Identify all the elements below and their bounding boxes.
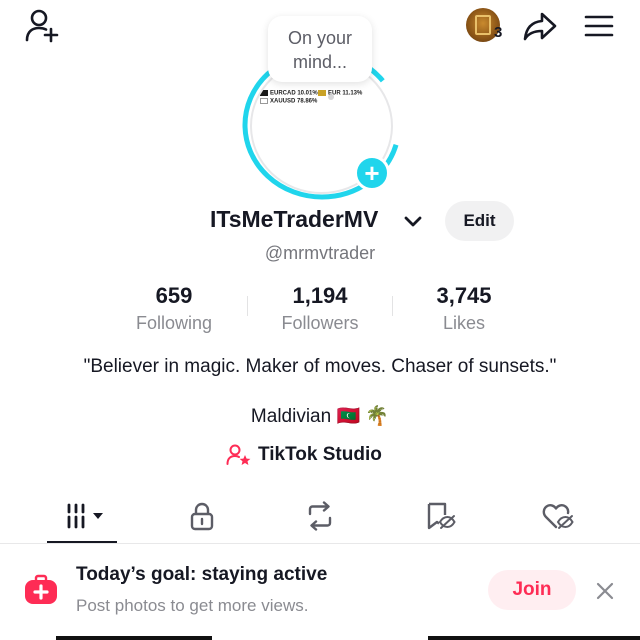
tab-private[interactable] (172, 496, 232, 536)
close-icon[interactable] (592, 578, 618, 604)
username-handle: @mrmvtrader (264, 243, 376, 263)
note-bubble-tail (328, 94, 334, 100)
likes-count: 3,745 (436, 283, 492, 308)
tab-videos[interactable] (56, 496, 116, 536)
bio-location: Maldivian 🇲🇻 🌴 (250, 406, 390, 427)
legend-item: XAUUSD 78.86% (260, 98, 317, 105)
following-label: Following (135, 313, 213, 333)
following-count: 659 (155, 283, 193, 308)
stat-following[interactable]: 659 Following (114, 283, 234, 334)
edit-profile-button[interactable]: Edit (445, 201, 514, 241)
followers-label: Followers (281, 313, 359, 333)
share-button[interactable] (520, 6, 560, 46)
display-name[interactable]: ITsMeTraderMV (210, 206, 378, 233)
goal-subtitle: Post photos to get more views. (76, 596, 309, 615)
grid-bars-icon (67, 503, 103, 529)
add-friend-button[interactable] (20, 6, 64, 46)
menu-button[interactable] (578, 6, 620, 46)
note-bubble[interactable]: On your mind... (268, 16, 372, 82)
stat-divider (392, 296, 393, 316)
followers-count: 1,194 (292, 283, 348, 308)
picture-frame-icon (475, 15, 491, 35)
stat-followers[interactable]: 1,194 Followers (260, 283, 380, 334)
note-bubble-text: On your mind... (287, 28, 353, 72)
stat-divider (247, 296, 248, 316)
legend-item: EUR 11.13% (318, 90, 362, 97)
tiktok-studio-link[interactable]: TikTok Studio (226, 442, 382, 468)
heart-hidden-icon (542, 504, 574, 529)
person-star-icon (226, 444, 251, 465)
video-grid-edge (0, 632, 640, 640)
tab-liked[interactable] (528, 496, 588, 536)
share-arrow-icon (523, 12, 557, 41)
legend-item: EURCAD 10.01% (260, 90, 318, 97)
bookmark-hidden-icon (427, 502, 456, 530)
bio-text: "Believer in magic. Maker of moves. Chas… (83, 356, 557, 377)
goal-title: Today’s goal: staying active (76, 564, 328, 585)
tab-favorites[interactable] (410, 496, 470, 536)
likes-label: Likes (442, 313, 486, 333)
story-count: 3 (494, 24, 503, 41)
tab-divider (0, 543, 640, 544)
join-goal-button[interactable]: Join (488, 570, 576, 610)
tab-reposts[interactable] (290, 496, 350, 536)
person-add-icon (25, 9, 59, 43)
add-photo-button[interactable]: + (354, 155, 390, 191)
tiktok-studio-label: TikTok Studio (258, 444, 382, 465)
hamburger-menu-icon (584, 15, 614, 37)
first-aid-kit-icon (25, 574, 57, 604)
repost-icon (308, 501, 332, 531)
plus-icon: + (364, 158, 380, 188)
chevron-down-icon[interactable] (402, 212, 424, 232)
stat-likes[interactable]: 3,745 Likes (404, 283, 524, 334)
lock-icon (190, 502, 214, 531)
